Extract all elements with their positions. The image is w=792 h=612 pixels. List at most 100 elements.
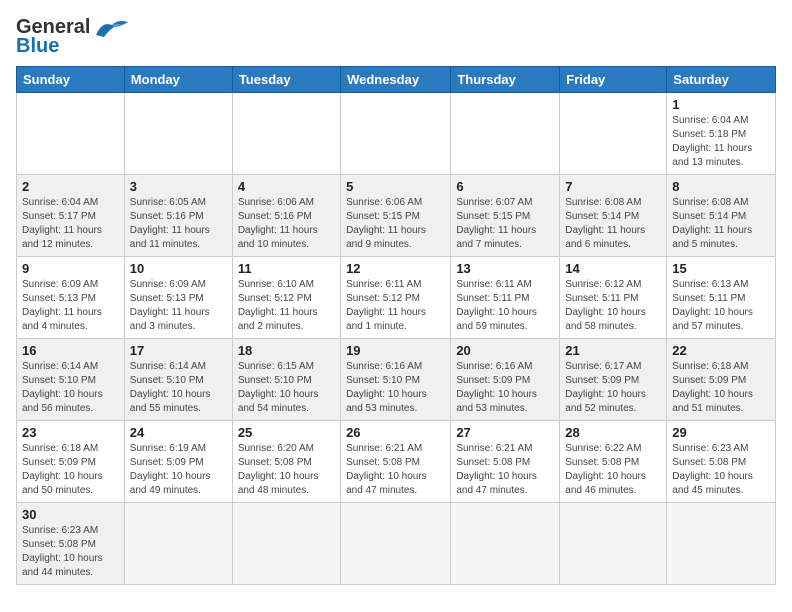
- page-header: General Blue: [16, 16, 776, 58]
- calendar-week-row: 16 Sunrise: 6:14 AM Sunset: 5:10 PM Dayli…: [17, 339, 776, 421]
- weekday-header-row: SundayMondayTuesdayWednesdayThursdayFrid…: [17, 67, 776, 93]
- calendar-cell: 30 Sunrise: 6:23 AM Sunset: 5:08 PM Dayli…: [17, 503, 125, 585]
- calendar-week-row: 2Sunrise: 6:04 AM Sunset: 5:17 PM Daylig…: [17, 175, 776, 257]
- day-number: 15: [672, 261, 770, 276]
- day-info: Sunrise: 6:09 AM Sunset: 5:13 PM Dayligh…: [130, 279, 210, 332]
- calendar-cell: 1 Sunrise: 6:04 AM Sunset: 5:18 PM Daylig…: [667, 93, 776, 175]
- day-info: Sunrise: 6:06 AM Sunset: 5:16 PM Dayligh…: [238, 197, 318, 250]
- calendar-cell: 20Sunrise: 6:16 AM Sunset: 5:09 PM Dayli…: [451, 339, 560, 421]
- day-info: Sunrise: 6:21 AM Sunset: 5:08 PM Dayligh…: [456, 443, 537, 496]
- calendar-cell: [451, 503, 560, 585]
- weekday-header-friday: Friday: [560, 67, 667, 93]
- calendar-cell: 27 Sunrise: 6:21 AM Sunset: 5:08 PM Dayli…: [451, 421, 560, 503]
- calendar-cell: 26 Sunrise: 6:21 AM Sunset: 5:08 PM Dayli…: [341, 421, 451, 503]
- day-number: 1: [672, 97, 770, 112]
- calendar-cell: [560, 93, 667, 175]
- calendar-cell: 2Sunrise: 6:04 AM Sunset: 5:17 PM Daylig…: [17, 175, 125, 257]
- weekday-header-wednesday: Wednesday: [341, 67, 451, 93]
- day-number: 6: [456, 179, 554, 194]
- day-info: Sunrise: 6:07 AM Sunset: 5:15 PM Dayligh…: [456, 197, 536, 250]
- day-number: 30: [22, 507, 119, 522]
- calendar-cell: 19 Sunrise: 6:16 AM Sunset: 5:10 PM Dayli…: [341, 339, 451, 421]
- calendar-cell: 10Sunrise: 6:09 AM Sunset: 5:13 PM Dayli…: [124, 257, 232, 339]
- day-info: Sunrise: 6:04 AM Sunset: 5:18 PM Dayligh…: [672, 115, 752, 168]
- day-info: Sunrise: 6:06 AM Sunset: 5:15 PM Dayligh…: [346, 197, 426, 250]
- calendar-cell: 15 Sunrise: 6:13 AM Sunset: 5:11 PM Dayli…: [667, 257, 776, 339]
- day-number: 18: [238, 343, 335, 358]
- calendar-cell: 3 Sunrise: 6:05 AM Sunset: 5:16 PM Daylig…: [124, 175, 232, 257]
- day-info: Sunrise: 6:20 AM Sunset: 5:08 PM Dayligh…: [238, 443, 319, 496]
- calendar-cell: 18 Sunrise: 6:15 AM Sunset: 5:10 PM Dayli…: [232, 339, 340, 421]
- calendar-cell: 17 Sunrise: 6:14 AM Sunset: 5:10 PM Dayli…: [124, 339, 232, 421]
- day-number: 8: [672, 179, 770, 194]
- calendar-cell: 9 Sunrise: 6:09 AM Sunset: 5:13 PM Daylig…: [17, 257, 125, 339]
- weekday-header-thursday: Thursday: [451, 67, 560, 93]
- calendar-cell: 7 Sunrise: 6:08 AM Sunset: 5:14 PM Daylig…: [560, 175, 667, 257]
- day-info: Sunrise: 6:10 AM Sunset: 5:12 PM Dayligh…: [238, 279, 318, 332]
- calendar-cell: [560, 503, 667, 585]
- weekday-header-sunday: Sunday: [17, 67, 125, 93]
- day-number: 16: [22, 343, 119, 358]
- calendar-cell: 12 Sunrise: 6:11 AM Sunset: 5:12 PM Dayli…: [341, 257, 451, 339]
- weekday-header-monday: Monday: [124, 67, 232, 93]
- day-number: 19: [346, 343, 445, 358]
- day-info: Sunrise: 6:12 AM Sunset: 5:11 PM Dayligh…: [565, 279, 646, 332]
- calendar-cell: 21 Sunrise: 6:17 AM Sunset: 5:09 PM Dayli…: [560, 339, 667, 421]
- day-info: Sunrise: 6:17 AM Sunset: 5:09 PM Dayligh…: [565, 361, 646, 414]
- day-info: Sunrise: 6:13 AM Sunset: 5:11 PM Dayligh…: [672, 279, 753, 332]
- day-info: Sunrise: 6:14 AM Sunset: 5:10 PM Dayligh…: [130, 361, 211, 414]
- day-number: 21: [565, 343, 661, 358]
- calendar-cell: [124, 93, 232, 175]
- day-number: 3: [130, 179, 227, 194]
- day-number: 28: [565, 425, 661, 440]
- day-info: Sunrise: 6:18 AM Sunset: 5:09 PM Dayligh…: [672, 361, 753, 414]
- day-info: Sunrise: 6:23 AM Sunset: 5:08 PM Dayligh…: [22, 525, 103, 578]
- day-info: Sunrise: 6:08 AM Sunset: 5:14 PM Dayligh…: [672, 197, 752, 250]
- calendar-cell: 25 Sunrise: 6:20 AM Sunset: 5:08 PM Dayli…: [232, 421, 340, 503]
- calendar-cell: [124, 503, 232, 585]
- day-info: Sunrise: 6:14 AM Sunset: 5:10 PM Dayligh…: [22, 361, 103, 414]
- calendar-cell: [451, 93, 560, 175]
- day-info: Sunrise: 6:08 AM Sunset: 5:14 PM Dayligh…: [565, 197, 645, 250]
- day-info: Sunrise: 6:05 AM Sunset: 5:16 PM Dayligh…: [130, 197, 210, 250]
- calendar-week-row: 30 Sunrise: 6:23 AM Sunset: 5:08 PM Dayli…: [17, 503, 776, 585]
- calendar-table: SundayMondayTuesdayWednesdayThursdayFrid…: [16, 66, 776, 585]
- day-number: 11: [238, 261, 335, 276]
- calendar-cell: 4Sunrise: 6:06 AM Sunset: 5:16 PM Daylig…: [232, 175, 340, 257]
- day-number: 5: [346, 179, 445, 194]
- calendar-cell: 24Sunrise: 6:19 AM Sunset: 5:09 PM Dayli…: [124, 421, 232, 503]
- calendar-cell: [17, 93, 125, 175]
- day-number: 12: [346, 261, 445, 276]
- day-info: Sunrise: 6:11 AM Sunset: 5:12 PM Dayligh…: [346, 279, 426, 332]
- day-number: 7: [565, 179, 661, 194]
- day-number: 17: [130, 343, 227, 358]
- calendar-cell: 6 Sunrise: 6:07 AM Sunset: 5:15 PM Daylig…: [451, 175, 560, 257]
- calendar-cell: 23Sunrise: 6:18 AM Sunset: 5:09 PM Dayli…: [17, 421, 125, 503]
- day-number: 9: [22, 261, 119, 276]
- day-info: Sunrise: 6:21 AM Sunset: 5:08 PM Dayligh…: [346, 443, 427, 496]
- calendar-cell: 29 Sunrise: 6:23 AM Sunset: 5:08 PM Dayli…: [667, 421, 776, 503]
- day-number: 26: [346, 425, 445, 440]
- logo-text-blue: Blue: [16, 35, 59, 58]
- calendar-cell: 16 Sunrise: 6:14 AM Sunset: 5:10 PM Dayli…: [17, 339, 125, 421]
- calendar-cell: 28Sunrise: 6:22 AM Sunset: 5:08 PM Dayli…: [560, 421, 667, 503]
- day-info: Sunrise: 6:09 AM Sunset: 5:13 PM Dayligh…: [22, 279, 102, 332]
- day-info: Sunrise: 6:15 AM Sunset: 5:10 PM Dayligh…: [238, 361, 319, 414]
- logo-bird-icon: [94, 17, 130, 39]
- calendar-cell: 5 Sunrise: 6:06 AM Sunset: 5:15 PM Daylig…: [341, 175, 451, 257]
- day-number: 13: [456, 261, 554, 276]
- calendar-cell: [341, 503, 451, 585]
- day-number: 24: [130, 425, 227, 440]
- weekday-header-tuesday: Tuesday: [232, 67, 340, 93]
- day-number: 23: [22, 425, 119, 440]
- calendar-cell: [232, 93, 340, 175]
- day-number: 29: [672, 425, 770, 440]
- day-number: 27: [456, 425, 554, 440]
- calendar-cell: [341, 93, 451, 175]
- day-number: 25: [238, 425, 335, 440]
- day-number: 14: [565, 261, 661, 276]
- calendar-cell: 13Sunrise: 6:11 AM Sunset: 5:11 PM Dayli…: [451, 257, 560, 339]
- day-info: Sunrise: 6:16 AM Sunset: 5:10 PM Dayligh…: [346, 361, 427, 414]
- calendar-cell: 14 Sunrise: 6:12 AM Sunset: 5:11 PM Dayli…: [560, 257, 667, 339]
- day-info: Sunrise: 6:23 AM Sunset: 5:08 PM Dayligh…: [672, 443, 753, 496]
